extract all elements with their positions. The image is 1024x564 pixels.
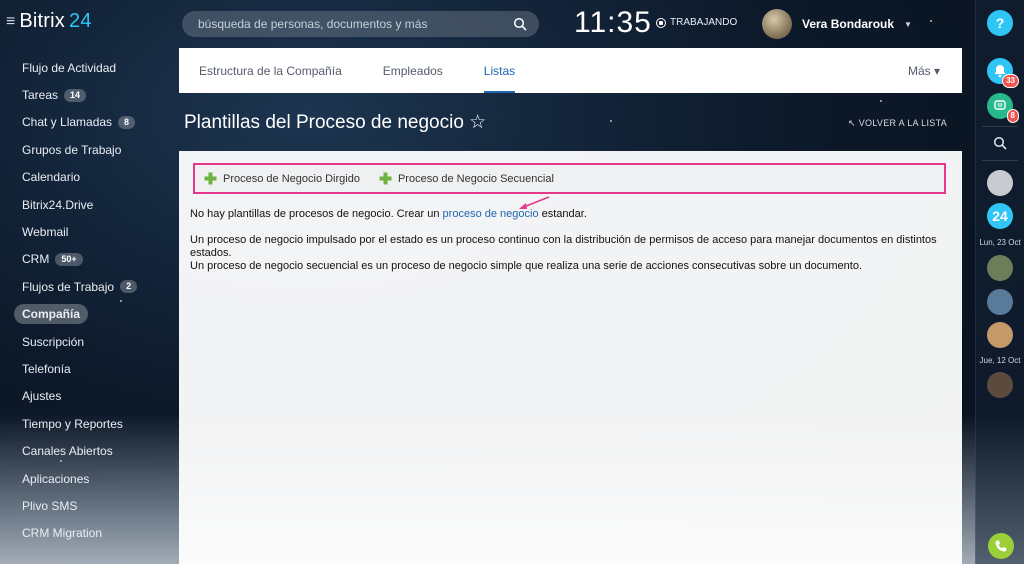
avatar[interactable] xyxy=(987,255,1013,281)
sidebar-item[interactable]: Ajustes xyxy=(14,383,174,410)
notifications-count: 33 xyxy=(1002,74,1019,88)
sidebar-item-label: Suscripción xyxy=(22,334,85,349)
avatar[interactable] xyxy=(987,322,1013,348)
page-title: Plantillas del Proceso de negocio ☆ xyxy=(184,112,487,133)
empty-message-suffix: estandar. xyxy=(541,208,587,220)
sidebar-item-label: CRM Migration xyxy=(22,526,103,541)
logo-number: 24 xyxy=(69,10,92,32)
work-status-label: TRABAJANDO xyxy=(670,17,738,28)
phone-icon xyxy=(995,540,1007,552)
b24-label: 24 xyxy=(992,208,1008,224)
sidebar-item-label: Canales Abiertos xyxy=(22,444,113,459)
sidebar-item-label: Flujo de Actividad xyxy=(22,60,117,75)
chevron-down-icon[interactable]: ▼ xyxy=(904,20,912,29)
work-status[interactable]: TRABAJANDO xyxy=(656,17,737,28)
sidebar-item-label: Plivo SMS xyxy=(22,498,78,513)
sidebar-item-badge: 2 xyxy=(120,280,138,294)
phone-button[interactable] xyxy=(988,533,1014,559)
user-name[interactable]: Vera Bondarouk xyxy=(802,17,894,31)
bitrix24-chat-avatar[interactable]: 24 xyxy=(987,203,1013,229)
sidebar-item[interactable]: Tareas 14 xyxy=(14,81,174,108)
avatar[interactable] xyxy=(987,289,1013,315)
back-to-list-link[interactable]: ↖ VOLVER A LA LISTA xyxy=(848,118,947,129)
create-process-link[interactable]: proceso de negocio xyxy=(443,208,539,220)
empty-message-text: No hay plantillas de procesos de negocio… xyxy=(190,208,440,220)
sidebar-item[interactable]: Grupos de Trabajo xyxy=(14,136,174,163)
state-process-description: Un proceso de negocio impulsado por el e… xyxy=(190,234,937,259)
sidebar-item-label: Compañía xyxy=(14,304,89,325)
sequential-process-description: Un proceso de negocio secuencial es un p… xyxy=(190,260,863,272)
clock-time[interactable]: 11:35 xyxy=(574,6,652,40)
sidebar-item[interactable]: Plivo SMS xyxy=(14,492,174,519)
sidebar-item[interactable]: Calendario xyxy=(14,164,174,191)
sidebar-item[interactable]: Compañía xyxy=(14,301,174,328)
avatar[interactable] xyxy=(762,9,792,39)
sidebar-item-label: Tareas xyxy=(22,88,59,103)
empty-message: No hay plantillas de procesos de negocio… xyxy=(190,208,950,221)
tab[interactable]: Empleados xyxy=(383,48,443,93)
sidebar: Flujo de Actividad Tareas 14 Chat y Llamada… xyxy=(14,54,174,547)
right-rail: ? 33 8 24 Lun, 23 Oct Jue, 12 Oct xyxy=(975,0,1024,564)
sidebar-item-label: Ajustes xyxy=(22,389,62,404)
content-panel: Proceso de Negocio Dirgido Proceso de Ne… xyxy=(179,151,962,564)
sidebar-item[interactable]: CRM 50+ xyxy=(14,246,174,273)
help-icon: ? xyxy=(995,15,1005,31)
sidebar-item-label: Flujos de Trabajo xyxy=(22,279,115,294)
avatar[interactable] xyxy=(987,372,1013,398)
sidebar-item-badge: 50+ xyxy=(55,252,83,266)
tab[interactable]: Estructura de la Compañía xyxy=(199,48,342,93)
tab-bar: Estructura de la Compañía Empleados Listas… xyxy=(179,48,962,93)
sidebar-item[interactable]: Canales Abiertos xyxy=(14,437,174,464)
logo-name: Bitrix xyxy=(19,10,65,32)
sidebar-item-label: Chat y Llamadas xyxy=(22,115,113,130)
sidebar-item[interactable]: CRM Migration xyxy=(14,520,174,547)
avatar[interactable] xyxy=(987,170,1013,196)
sidebar-item[interactable]: Telefonía xyxy=(14,355,174,382)
sidebar-item-label: Tiempo y Reportes xyxy=(22,416,123,431)
tab[interactable]: Listas xyxy=(483,48,516,93)
rail-date: Jue, 12 Oct xyxy=(979,356,1021,365)
chat-count: 8 xyxy=(1006,109,1019,123)
sidebar-item-label: Aplicaciones xyxy=(22,471,90,486)
tab-more-label: Más xyxy=(907,63,931,78)
app-logo[interactable]: ≡ Bitrix 24 xyxy=(6,10,92,33)
sidebar-item-label: Grupos de Trabajo xyxy=(22,142,122,157)
rail-divider xyxy=(982,160,1018,161)
tab-more[interactable]: Más ▾ xyxy=(908,64,940,78)
sidebar-item[interactable]: Flujo de Actividad xyxy=(14,54,174,81)
sidebar-item[interactable]: Suscripción xyxy=(14,328,174,355)
notifications-button[interactable]: 33 xyxy=(987,58,1019,88)
sidebar-item[interactable]: Tiempo y Reportes xyxy=(14,410,174,437)
help-button[interactable]: ? xyxy=(987,10,1013,36)
sidebar-item-label: CRM xyxy=(22,252,50,267)
sidebar-item[interactable]: Chat y Llamadas 8 xyxy=(14,109,174,136)
sidebar-item-label: Bitrix24.Drive xyxy=(22,197,94,212)
search-icon[interactable] xyxy=(513,17,527,31)
sidebar-item[interactable]: Bitrix24.Drive xyxy=(14,191,174,218)
search-icon[interactable] xyxy=(993,136,1007,150)
sidebar-item[interactable]: Aplicaciones xyxy=(14,465,174,492)
sidebar-item[interactable]: Flujos de Trabajo 2 xyxy=(14,273,174,300)
search-bar[interactable] xyxy=(182,11,539,37)
user-menu[interactable]: Vera Bondarouk ▼ xyxy=(762,9,912,39)
sidebar-item-label: Telefonía xyxy=(22,361,71,376)
back-link-label: VOLVER A LA LISTA xyxy=(858,118,947,128)
sidebar-item-label: Calendario xyxy=(22,170,81,185)
sidebar-item[interactable]: Webmail xyxy=(14,218,174,245)
search-input[interactable] xyxy=(196,16,513,32)
chat-button[interactable]: 8 xyxy=(987,93,1019,123)
sidebar-item-label: Webmail xyxy=(22,225,69,240)
content-text: No hay plantillas de procesos de negocio… xyxy=(190,208,950,273)
sidebar-item-badge: 14 xyxy=(64,88,87,102)
sidebar-item-badge: 8 xyxy=(118,115,136,129)
rail-divider xyxy=(982,126,1018,127)
work-status-icon xyxy=(656,17,666,28)
chat-icon xyxy=(994,100,1006,110)
rail-date: Lun, 23 Oct xyxy=(979,238,1021,247)
menu-icon[interactable]: ≡ xyxy=(6,13,15,31)
